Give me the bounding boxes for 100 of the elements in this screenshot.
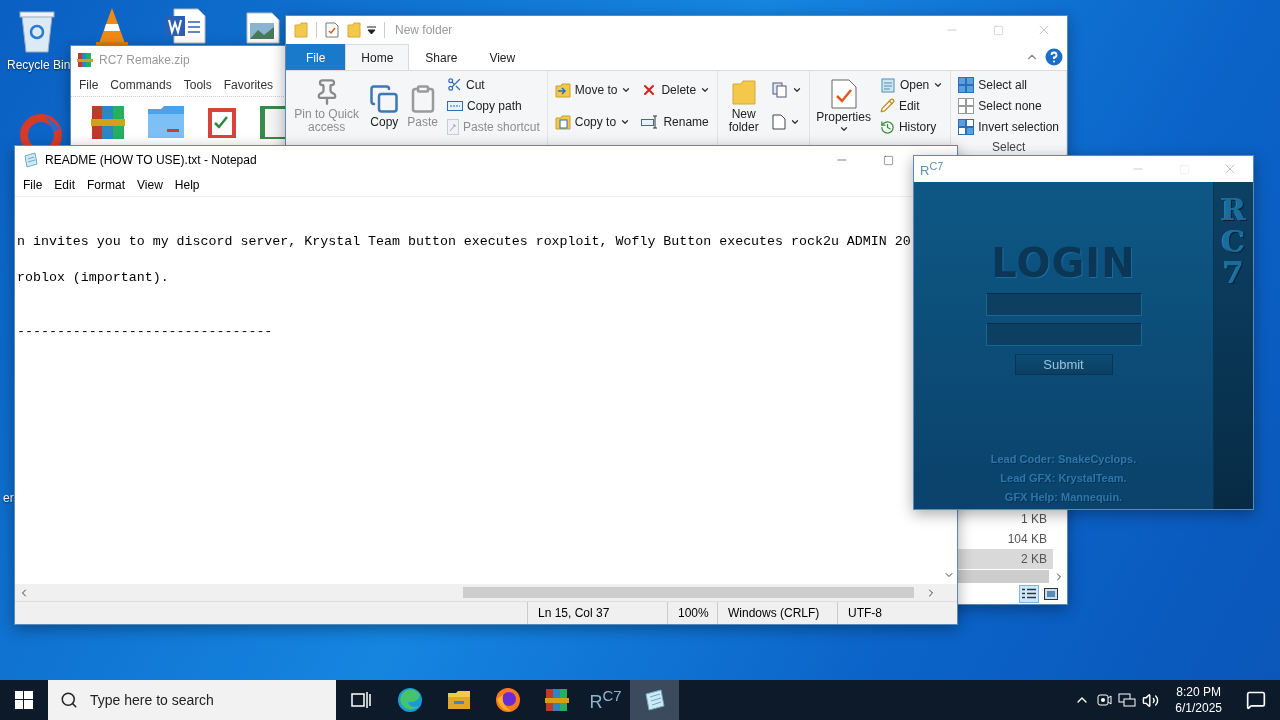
ribbon-button[interactable]: Delete	[641, 79, 711, 101]
menu-item[interactable]: Favorites	[217, 78, 280, 92]
ribbon-button[interactable]: Rename	[641, 111, 711, 133]
search-box[interactable]: Type here to search	[48, 680, 336, 720]
select-all-icon	[958, 76, 975, 93]
credit-text: Lead GFX: KrystalTeam.	[1000, 472, 1127, 484]
folder-icon	[730, 78, 757, 106]
globe-fox-icon	[494, 687, 521, 713]
window-title: RC7 Remake.zip	[99, 53, 190, 67]
ribbon-button[interactable]: Cut	[447, 74, 540, 96]
ribbon-button[interactable]: History	[879, 116, 944, 138]
windows-logo-icon[interactable]	[15, 691, 33, 709]
checklist-icon[interactable]	[207, 105, 237, 139]
folder-copy-icon	[554, 114, 571, 130]
task-view-icon	[350, 691, 371, 709]
caret-icon	[620, 117, 631, 127]
window-title: README (HOW TO USE).txt - Notepad	[45, 153, 257, 167]
taskbar-button[interactable]	[630, 680, 679, 720]
input-field[interactable]	[985, 293, 1142, 316]
path-icon	[447, 100, 463, 112]
menu-item[interactable]: Tools	[177, 78, 218, 92]
caret-icon	[790, 117, 801, 127]
menu-item[interactable]: View	[131, 178, 169, 192]
volume-icon[interactable]	[1142, 691, 1160, 709]
submit-button[interactable]: Submit	[1014, 354, 1113, 375]
file-row[interactable]: 1 KB	[957, 509, 1053, 529]
select-none-icon	[958, 98, 975, 114]
folder-arrow-icon	[554, 82, 571, 98]
folder-icon[interactable]	[147, 105, 185, 139]
menu-item[interactable]: File	[73, 78, 105, 92]
browser-icon	[396, 687, 423, 713]
menu-item[interactable]: Format	[81, 178, 132, 192]
ribbon-button[interactable]: Select none	[958, 95, 1059, 117]
text-line: roblox (important).	[17, 269, 169, 287]
scrollbar-thumb[interactable]	[957, 570, 1049, 583]
menu-item[interactable]: File	[17, 178, 49, 192]
ribbon-button[interactable]: Copy	[366, 81, 403, 131]
caret-icon	[700, 85, 711, 95]
clock-time[interactable]: 8:20 PM	[1176, 684, 1221, 700]
ribbon-button[interactable]	[772, 79, 803, 101]
view-button[interactable]	[1041, 585, 1061, 603]
ribbon-button[interactable]: Invert selection	[958, 116, 1059, 138]
recycle-bin-icon[interactable]	[18, 8, 56, 54]
new-item-icon	[772, 82, 789, 98]
pencil-icon	[879, 98, 895, 114]
caret-icon	[792, 85, 803, 95]
input-field[interactable]	[985, 323, 1142, 346]
file-row[interactable]: 2 KB	[957, 549, 1053, 569]
ribbon-tab[interactable]: Home	[345, 44, 410, 70]
taskbar-button[interactable]: R$^{C7}$	[581, 680, 630, 720]
status-text: UTF-8	[837, 602, 939, 624]
scissors-icon	[447, 77, 462, 93]
ribbon-button[interactable]: Open	[879, 74, 944, 96]
meeting-icon[interactable]	[1096, 692, 1113, 708]
caret-icon	[621, 85, 632, 95]
notification-icon[interactable]	[1246, 690, 1266, 710]
group-label: Select	[990, 140, 1027, 154]
ribbon-tab[interactable]: View	[473, 44, 532, 70]
search-icon	[60, 691, 78, 709]
clock-date[interactable]: 6/1/2025	[1175, 700, 1222, 716]
word-document-icon[interactable]	[164, 8, 206, 44]
document-icon	[772, 114, 787, 130]
help-icon[interactable]	[1045, 48, 1063, 66]
ribbon-tab[interactable]: Share	[409, 44, 474, 70]
ribbon-button[interactable]: Copy path	[447, 95, 540, 117]
invert-selection-icon	[958, 119, 975, 136]
text-line: n invites you to my discord server, Krystal Team button executes roxploit, Wofly Button executes rock2u ADMIN 20	[17, 233, 911, 251]
notepad-icon	[642, 688, 667, 712]
menu-item[interactable]: Edit	[48, 178, 82, 192]
desktop-icon-label[interactable]: er	[3, 491, 14, 505]
notepad-icon	[879, 76, 896, 93]
scrollbar-thumb[interactable]	[463, 587, 914, 598]
ribbon-button[interactable]: Move to	[554, 79, 632, 101]
scrollbar[interactable]	[15, 584, 957, 601]
app-logo: R$^{C7}$	[920, 159, 944, 179]
status-text: Ln 15, Col 37	[527, 602, 667, 624]
tiles-view-icon	[1044, 588, 1058, 600]
image-file-icon[interactable]	[246, 12, 280, 44]
ribbon-button[interactable]: Edit	[879, 95, 944, 117]
menu-item[interactable]: Commands	[104, 78, 178, 92]
desktop-icon-label[interactable]: Recycle Bin	[7, 58, 71, 72]
menu-item[interactable]: Help	[168, 178, 206, 192]
rename-icon	[641, 115, 660, 129]
caret-icon[interactable]	[367, 26, 376, 34]
ribbon-button[interactable]: Properties	[813, 76, 874, 136]
app-logo[interactable]: R$^{C7}$	[589, 687, 622, 713]
properties-icon[interactable]	[325, 22, 339, 38]
ribbon-button[interactable]: Select all	[958, 74, 1059, 96]
search-field[interactable]: Type here to search	[88, 691, 318, 709]
ribbon-button[interactable]: Copy to	[554, 111, 632, 133]
credit-text: Lead Coder: SnakeCyclops.	[990, 453, 1137, 465]
book-icon[interactable]	[259, 105, 287, 139]
window-title: New folder	[395, 23, 453, 37]
ribbon-tab[interactable]: File	[286, 44, 346, 70]
file-row[interactable]: 104 KB	[957, 529, 1053, 549]
view-button[interactable]	[1019, 585, 1039, 603]
books-icon[interactable]	[91, 105, 125, 139]
network-icon[interactable]	[1118, 692, 1137, 708]
maximize-icon[interactable]	[882, 154, 894, 166]
ribbon-button[interactable]: New folder	[721, 76, 767, 136]
